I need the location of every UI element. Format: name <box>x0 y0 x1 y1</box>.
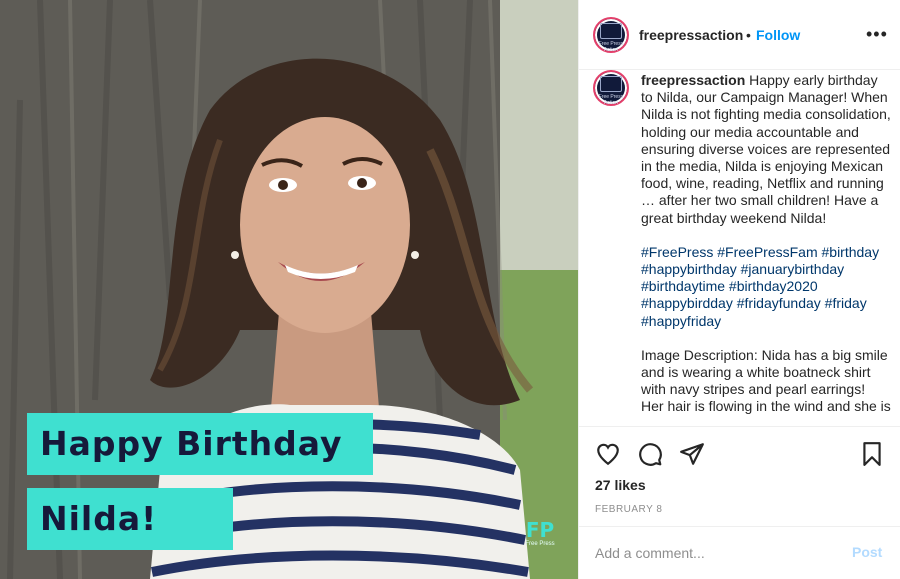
caption-body: freepressaction Happy early birthday to … <box>641 72 891 227</box>
follow-button[interactable]: Follow <box>756 27 800 43</box>
share-icon[interactable] <box>679 441 705 467</box>
free-press-logo-name: Free Press <box>525 541 555 547</box>
post-photo: Happy Birthday Nilda! FP Free Press <box>0 0 578 579</box>
caption-scroll-area[interactable]: Free Press Action freepressaction Happy … <box>579 70 900 426</box>
free-press-logo-mark: FP <box>525 518 555 542</box>
post-actions: 27 likes FEBRUARY 8 <box>579 426 900 526</box>
avatar-logo-frame <box>600 76 622 92</box>
comment-input[interactable] <box>595 542 835 564</box>
avatar[interactable]: Free Press Action <box>593 17 629 53</box>
post-date[interactable]: FEBRUARY 8 <box>595 504 662 515</box>
post-caption: freepressaction Happy early birthday to … <box>641 72 891 426</box>
birthday-banner-line2: Nilda! <box>27 488 233 550</box>
caption-text: Happy early birthday to Nilda, our Campa… <box>641 72 891 226</box>
birthday-banner-line1: Happy Birthday <box>27 413 373 475</box>
heart-icon[interactable] <box>595 441 621 467</box>
avatar-text: Free Press Action <box>598 94 624 106</box>
post-header: Free Press Action freepressaction • Foll… <box>579 0 900 70</box>
avatar-logo-frame <box>600 23 622 39</box>
caption-hashtags[interactable]: #FreePress #FreePressFam #birthday #happ… <box>641 244 891 330</box>
caption-username[interactable]: freepressaction <box>641 72 745 88</box>
free-press-logo: FP Free Press <box>520 520 560 548</box>
more-options-icon[interactable]: ••• <box>866 24 888 45</box>
likes-count[interactable]: 27 likes <box>595 477 646 493</box>
separator-dot: • <box>746 27 751 43</box>
caption-avatar[interactable]: Free Press Action <box>593 70 629 106</box>
post-comment-button[interactable]: Post <box>852 544 882 560</box>
header-username[interactable]: freepressaction <box>639 27 743 43</box>
comment-icon[interactable] <box>637 441 663 467</box>
post-details-panel: Free Press Action freepressaction • Foll… <box>578 0 900 579</box>
bookmark-icon[interactable] <box>859 441 885 467</box>
image-description: Image Description: Nida has a big smile … <box>641 346 891 415</box>
avatar-text: Free Press Action <box>598 41 624 53</box>
comment-bar: Post <box>579 526 900 579</box>
